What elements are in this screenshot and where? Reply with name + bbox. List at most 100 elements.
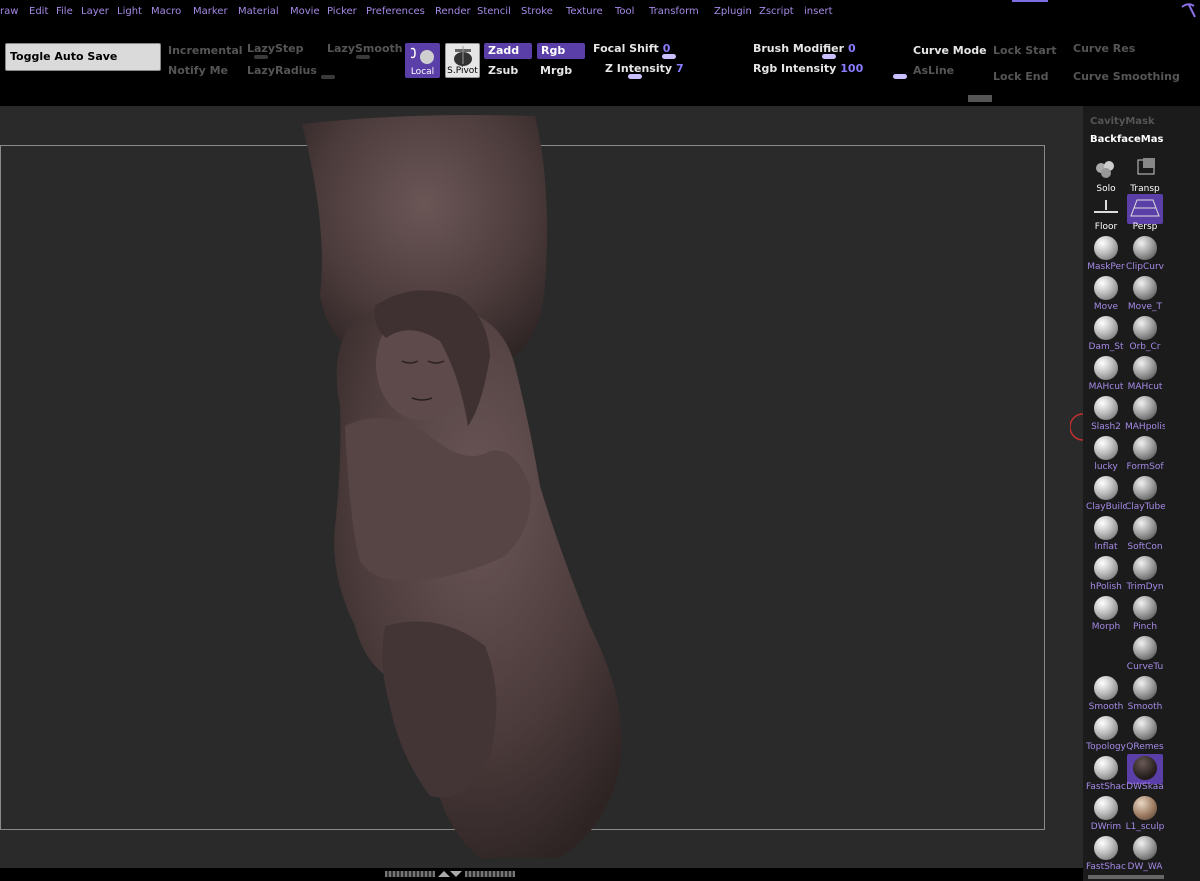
lazy-smooth-slider[interactable] bbox=[356, 55, 370, 59]
right-shelf: CavityMask BackfaceMas Solo Transp Floor… bbox=[1083, 106, 1200, 881]
material-l1-sculpt[interactable]: L1_sculp bbox=[1125, 794, 1165, 834]
brush-smooth-2[interactable]: Smooth bbox=[1125, 674, 1165, 714]
backface-mask-button[interactable]: BackfaceMas bbox=[1090, 134, 1163, 145]
menu-layer[interactable]: Layer bbox=[81, 6, 109, 17]
brush-pinch[interactable]: Pinch bbox=[1125, 594, 1165, 634]
brush-move[interactable]: Move bbox=[1086, 274, 1126, 314]
menu-bar: raw Edit File Layer Light Macro Marker M… bbox=[0, 0, 1200, 26]
menu-preferences[interactable]: Preferences bbox=[366, 6, 425, 17]
local-symmetry-button[interactable]: Local bbox=[405, 43, 440, 78]
curve-res-slider[interactable]: Curve Res bbox=[1073, 42, 1135, 55]
menu-file[interactable]: File bbox=[56, 6, 73, 17]
lazy-step-slider[interactable] bbox=[254, 55, 268, 59]
menu-zscript[interactable]: Zscript bbox=[759, 6, 794, 17]
menu-marker[interactable]: Marker bbox=[193, 6, 228, 17]
menu-picker[interactable]: Picker bbox=[327, 6, 357, 17]
brush-label: MAHpolis bbox=[1125, 422, 1165, 432]
brush-formsoft[interactable]: FormSof bbox=[1125, 434, 1165, 474]
cavity-mask-button[interactable]: CavityMask bbox=[1090, 116, 1155, 127]
brush-smooth-1[interactable]: Smooth bbox=[1086, 674, 1126, 714]
menu-light[interactable]: Light bbox=[117, 6, 142, 17]
lazy-step-slider-label[interactable]: LazyStep bbox=[247, 42, 304, 55]
solo-button[interactable]: Solo bbox=[1086, 156, 1126, 196]
lock-start-button[interactable]: Lock Start bbox=[993, 44, 1057, 57]
material-dwrim[interactable]: DWrim bbox=[1086, 794, 1126, 834]
menu-zplugin[interactable]: Zplugin bbox=[714, 6, 752, 17]
brush-slash2[interactable]: Slash2 bbox=[1086, 394, 1126, 434]
lazy-smooth-slider-label[interactable]: LazySmooth bbox=[327, 42, 403, 55]
notify-me-button[interactable]: Notify Me bbox=[168, 64, 228, 77]
shelf-drag-handle[interactable] bbox=[968, 95, 992, 102]
material-fastshader-2[interactable]: FastShac bbox=[1086, 834, 1126, 874]
brush-mahcut-2[interactable]: MAHcut bbox=[1125, 354, 1165, 394]
curve-mode-button[interactable]: Curve Mode bbox=[913, 44, 987, 57]
sculpt-model[interactable] bbox=[290, 106, 650, 868]
brush-topology[interactable]: Topology bbox=[1086, 714, 1126, 754]
focal-shift-slider[interactable]: Focal Shift 0 bbox=[593, 42, 670, 55]
canvas-viewport[interactable] bbox=[0, 106, 1084, 868]
toggle-auto-save-button[interactable]: Toggle Auto Save bbox=[5, 43, 161, 71]
menu-draw[interactable]: raw bbox=[0, 6, 18, 17]
incremental-button[interactable]: Incremental bbox=[168, 44, 243, 57]
brush-curvetube[interactable]: CurveTu bbox=[1125, 634, 1165, 674]
floor-button[interactable]: Floor bbox=[1086, 194, 1126, 234]
brush-orb-cracks[interactable]: Orb_Cr bbox=[1125, 314, 1165, 354]
transp-button[interactable]: Transp bbox=[1125, 156, 1165, 196]
asline-button[interactable]: AsLine bbox=[913, 64, 954, 77]
material-dwskaa[interactable]: DWSkaa bbox=[1125, 754, 1165, 794]
persp-button[interactable]: Persp bbox=[1125, 194, 1165, 234]
menu-insert[interactable]: insert bbox=[804, 6, 833, 17]
menu-stencil[interactable]: Stencil bbox=[477, 6, 511, 17]
brush-maskper[interactable]: MaskPer bbox=[1086, 234, 1126, 274]
brush-mahpolish[interactable]: MAHpolis bbox=[1125, 394, 1165, 434]
brush-label: Morph bbox=[1091, 622, 1121, 632]
menu-stroke[interactable]: Stroke bbox=[521, 6, 553, 17]
zsub-button[interactable]: Zsub bbox=[488, 64, 518, 77]
brush-hpolish[interactable]: hPolish bbox=[1086, 554, 1126, 594]
brush-lucky[interactable]: lucky bbox=[1086, 434, 1126, 474]
brush-dam-standard[interactable]: Dam_St bbox=[1086, 314, 1126, 354]
menu-render[interactable]: Render bbox=[435, 6, 471, 17]
s-pivot-button[interactable]: S.Pivot bbox=[445, 43, 480, 78]
material-fastshader-1[interactable]: FastShac bbox=[1086, 754, 1126, 794]
pickaxe-icon[interactable] bbox=[1180, 2, 1196, 18]
brush-qremesher[interactable]: QRemes bbox=[1125, 714, 1165, 754]
brush-inflat[interactable]: Inflat bbox=[1086, 514, 1126, 554]
bottom-collapse-down-icon[interactable] bbox=[450, 871, 462, 877]
lazy-radius-slider-label[interactable]: LazyRadius bbox=[247, 64, 317, 77]
bottom-expand-up-icon[interactable] bbox=[438, 871, 450, 877]
menu-macro[interactable]: Macro bbox=[151, 6, 181, 17]
menu-texture[interactable]: Texture bbox=[566, 6, 603, 17]
slash2-icon bbox=[1094, 396, 1118, 420]
zadd-button[interactable]: Zadd bbox=[484, 43, 532, 59]
brush-morph[interactable]: Morph bbox=[1086, 594, 1126, 634]
material-dw-wa[interactable]: DW_WA bbox=[1125, 834, 1165, 874]
brush-trimdynamic[interactable]: TrimDyn bbox=[1125, 554, 1165, 594]
curve-smoothing-slider[interactable]: Curve Smoothing bbox=[1073, 70, 1180, 83]
rgb-button[interactable]: Rgb bbox=[537, 43, 585, 59]
lock-end-button[interactable]: Lock End bbox=[993, 70, 1048, 83]
z-intensity-slider[interactable]: Z Intensity 7 bbox=[605, 62, 684, 75]
rgb-intensity-slider[interactable]: Rgb Intensity 100 bbox=[753, 62, 863, 75]
focal-shift-knob[interactable] bbox=[662, 54, 676, 59]
brush-modifier-knob[interactable] bbox=[822, 54, 836, 59]
menu-edit[interactable]: Edit bbox=[29, 6, 48, 17]
brush-claybuildup[interactable]: ClayBuilc bbox=[1086, 474, 1126, 514]
rgb-intensity-knob[interactable] bbox=[893, 74, 907, 79]
brush-softconcrete[interactable]: SoftCon bbox=[1125, 514, 1165, 554]
bottom-scroll-left[interactable] bbox=[385, 871, 435, 877]
brush-mahcut-1[interactable]: MAHcut bbox=[1086, 354, 1126, 394]
bottom-scroll-right[interactable] bbox=[465, 871, 515, 877]
z-intensity-knob[interactable] bbox=[628, 74, 642, 79]
menu-movie[interactable]: Movie bbox=[290, 6, 320, 17]
brush-move-topological[interactable]: Move_T bbox=[1125, 274, 1165, 314]
mrgb-button[interactable]: Mrgb bbox=[540, 64, 572, 77]
menu-transform[interactable]: Transform bbox=[649, 6, 699, 17]
menu-material[interactable]: Material bbox=[238, 6, 279, 17]
brush-modifier-slider[interactable]: Brush Modifier 0 bbox=[753, 42, 856, 55]
menu-tool[interactable]: Tool bbox=[615, 6, 634, 17]
shelf-scrollbar[interactable] bbox=[1088, 875, 1164, 879]
lazy-radius-slider[interactable] bbox=[321, 75, 335, 79]
brush-claytubes[interactable]: ClayTube bbox=[1125, 474, 1165, 514]
brush-clipcurve[interactable]: ClipCurv bbox=[1125, 234, 1165, 274]
